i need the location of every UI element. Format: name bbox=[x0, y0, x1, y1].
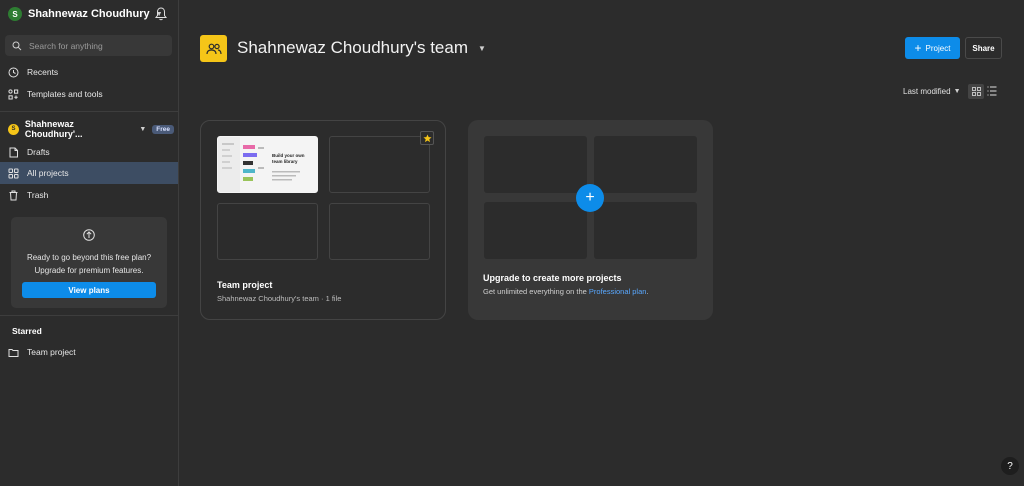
add-project-button[interactable]: + bbox=[576, 184, 604, 212]
team-avatar: S bbox=[8, 123, 19, 135]
project-title: Team project bbox=[217, 280, 273, 290]
trash-icon bbox=[9, 190, 18, 200]
team-name: Shahnewaz Choudhury'... bbox=[24, 119, 83, 139]
thumbnail-heading: Build your own team library bbox=[272, 153, 305, 164]
page-title[interactable]: Shahnewaz Choudhury's team ▼ bbox=[237, 38, 486, 58]
placeholder-tile bbox=[594, 202, 697, 259]
sidebar-item-label: Team project bbox=[27, 347, 76, 357]
account-switcher[interactable]: S Shahnewaz Choudhury ▼ bbox=[8, 6, 163, 22]
plan-badge: Free bbox=[152, 124, 174, 134]
team-title-text: Shahnewaz Choudhury's team bbox=[237, 38, 468, 57]
upgrade-panel-title: Upgrade to create more projects bbox=[483, 273, 622, 283]
new-project-label: Project bbox=[925, 43, 951, 53]
file-thumbnail-empty bbox=[217, 203, 318, 260]
upgrade-panel-subtitle: Get unlimited everything on the Professi… bbox=[483, 287, 649, 296]
view-plans-button[interactable]: View plans bbox=[22, 282, 156, 298]
sidebar-item-drafts[interactable]: Drafts bbox=[0, 141, 178, 163]
thumbnail-preview bbox=[218, 137, 300, 192]
professional-plan-link[interactable]: Professional plan bbox=[589, 287, 647, 296]
sidebar-item-templates[interactable]: Templates and tools bbox=[0, 83, 178, 105]
plus-icon: + bbox=[585, 189, 595, 206]
chevron-down-icon: ▼ bbox=[953, 88, 961, 95]
bell-icon[interactable] bbox=[155, 7, 167, 21]
sidebar-item-label: All projects bbox=[27, 168, 69, 178]
starred-item-team-project[interactable]: Team project bbox=[0, 341, 178, 363]
upgrade-text: Ready to go beyond this free plan? Upgra… bbox=[11, 251, 167, 277]
placeholder-tile bbox=[484, 202, 587, 259]
help-button[interactable]: ? bbox=[1001, 457, 1019, 475]
upgrade-line-2: Upgrade for premium features. bbox=[34, 266, 144, 275]
sidebar-item-label: Templates and tools bbox=[27, 89, 103, 99]
sidebar: S Shahnewaz Choudhury ▼ Recents Template… bbox=[0, 0, 179, 486]
star-icon bbox=[422, 133, 432, 142]
sidebar-item-label: Drafts bbox=[27, 147, 50, 157]
star-toggle[interactable] bbox=[420, 131, 434, 145]
sort-dropdown[interactable]: Last modified ▼ bbox=[903, 87, 961, 96]
upgrade-line-1: Ready to go beyond this free plan? bbox=[26, 253, 152, 262]
divider bbox=[0, 111, 178, 112]
starred-heading: Starred bbox=[12, 326, 42, 336]
file-thumbnail-empty bbox=[329, 136, 430, 193]
file-icon bbox=[9, 147, 18, 157]
upgrade-panel-suffix: . bbox=[646, 287, 649, 296]
avatar: S bbox=[8, 7, 22, 21]
file-thumbnail[interactable]: Build your own team library bbox=[217, 136, 318, 193]
folder-icon bbox=[8, 348, 19, 357]
divider bbox=[0, 315, 178, 316]
search-icon bbox=[12, 41, 22, 50]
list-view-icon[interactable] bbox=[987, 85, 997, 97]
share-button[interactable]: Share bbox=[965, 37, 1002, 59]
team-logo bbox=[200, 35, 227, 62]
grid-icon bbox=[971, 87, 981, 96]
sidebar-item-label: Trash bbox=[27, 190, 49, 200]
sidebar-item-label: Recents bbox=[27, 67, 59, 77]
sidebar-item-trash[interactable]: Trash bbox=[0, 184, 178, 206]
new-project-button[interactable]: + Project bbox=[905, 37, 960, 59]
placeholder-tile bbox=[594, 136, 697, 193]
clock-icon bbox=[8, 67, 19, 77]
sidebar-item-recents[interactable]: Recents bbox=[0, 61, 178, 83]
placeholder-tile bbox=[484, 136, 587, 193]
project-subtitle: Shahnewaz Choudhury's team · 1 file bbox=[217, 294, 342, 303]
upgrade-panel-prefix: Get unlimited everything on the bbox=[483, 287, 589, 296]
upgrade-card: Ready to go beyond this free plan? Upgra… bbox=[11, 217, 167, 308]
sort-label: Last modified bbox=[903, 87, 951, 96]
file-thumbnail-empty bbox=[329, 203, 430, 260]
search-input[interactable] bbox=[29, 40, 159, 51]
templates-icon bbox=[8, 88, 19, 100]
chevron-down-icon: ▼ bbox=[478, 43, 486, 53]
team-switcher[interactable]: S Shahnewaz Choudhury'... ▼ Free bbox=[8, 119, 174, 139]
search-bar[interactable] bbox=[5, 35, 172, 56]
team-icon bbox=[205, 43, 222, 54]
plus-icon: + bbox=[914, 41, 922, 55]
chevron-down-icon: ▼ bbox=[139, 125, 147, 133]
grid-view-toggle[interactable] bbox=[968, 84, 984, 99]
account-name: Shahnewaz Choudhury bbox=[28, 8, 150, 20]
sidebar-item-all-projects[interactable]: All projects bbox=[0, 162, 178, 184]
grid-icon bbox=[8, 168, 19, 178]
arrow-up-circle-icon bbox=[83, 229, 95, 241]
